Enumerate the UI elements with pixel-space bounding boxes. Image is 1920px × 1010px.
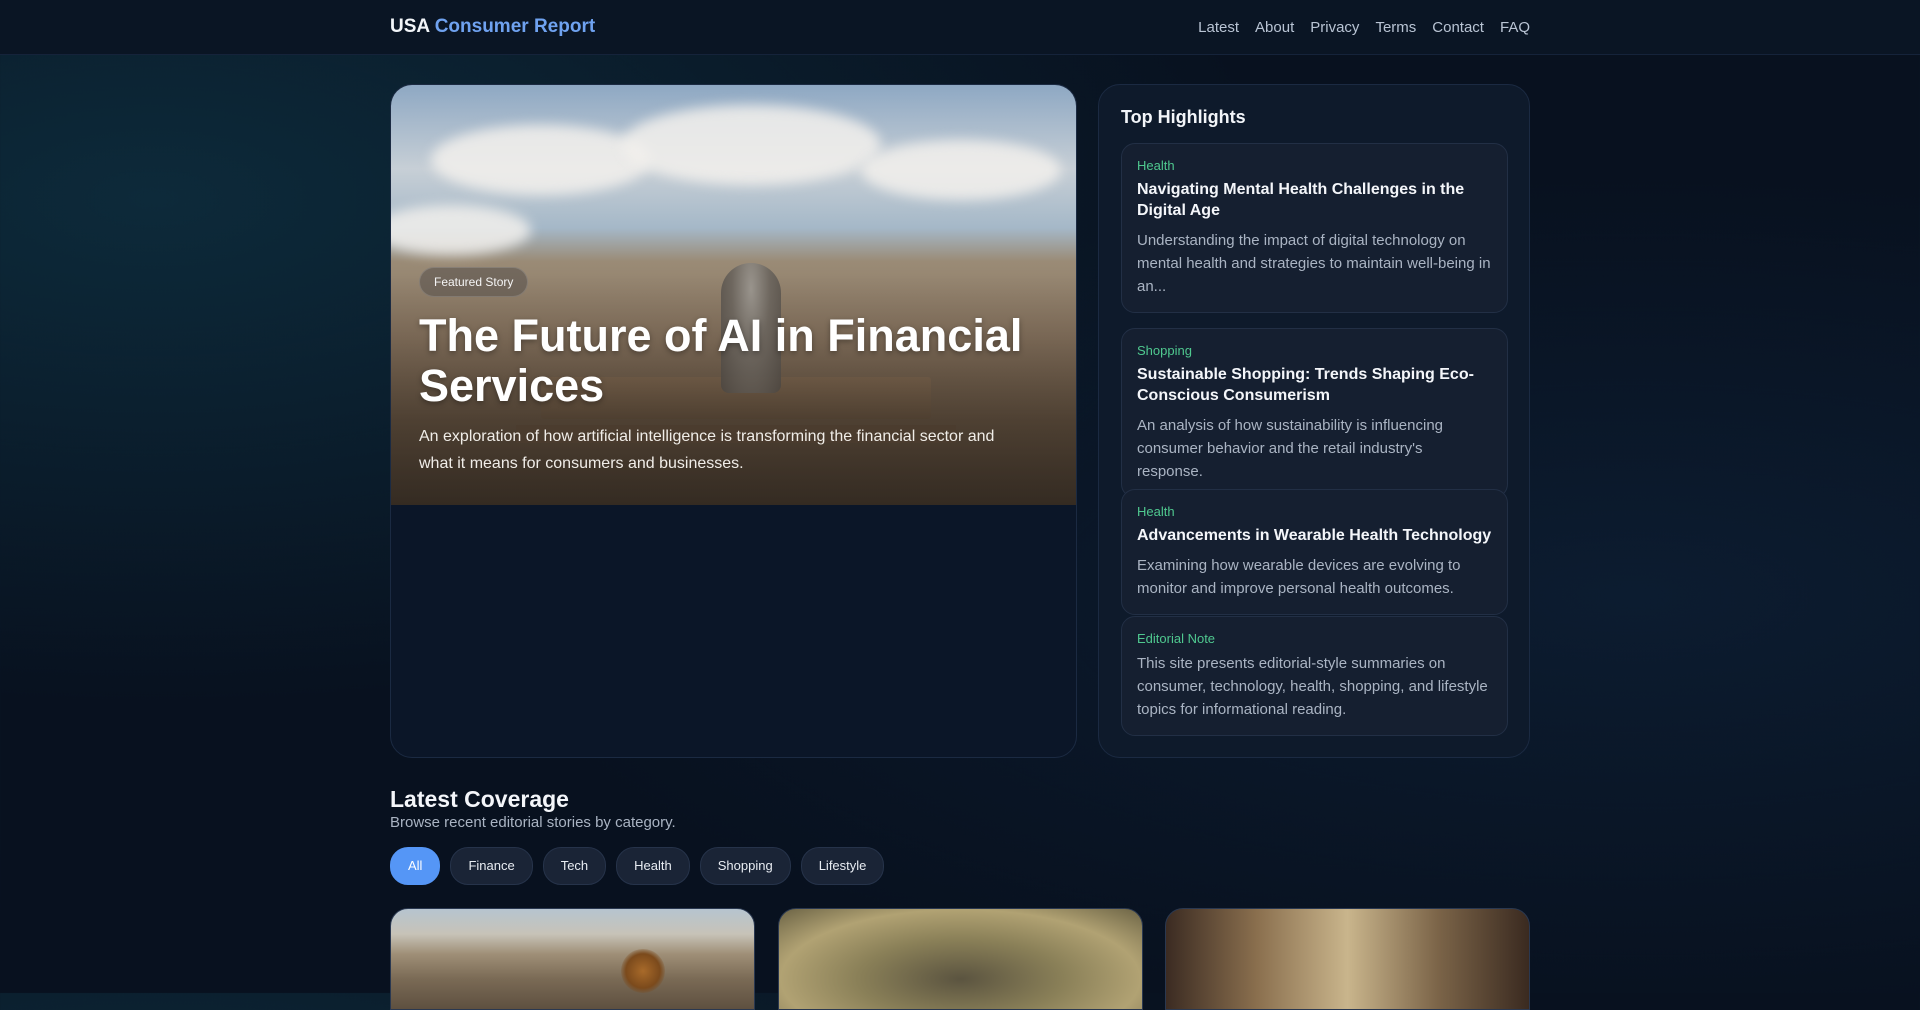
nav-link-privacy[interactable]: Privacy <box>1310 19 1359 36</box>
nav-link-latest[interactable]: Latest <box>1198 19 1239 36</box>
cloud-shape <box>621 105 881 185</box>
highlight-description: An analysis of how sustainability is inf… <box>1137 417 1443 480</box>
featured-story-subtitle: An exploration of how artificial intelli… <box>419 428 995 472</box>
latest-coverage-title: Latest Coverage <box>390 786 569 812</box>
highlight-category: Shopping <box>1137 343 1192 358</box>
top-highlights-panel: Top Highlights Health Navigating Mental … <box>1098 84 1530 758</box>
highlight-card[interactable]: Health Advancements in Wearable Health T… <box>1121 489 1508 615</box>
highlight-description: Examining how wearable devices are evolv… <box>1137 557 1461 597</box>
cloud-shape <box>861 140 1061 200</box>
category-filter-bar: All Finance Tech Health Shopping Lifesty… <box>390 847 885 885</box>
featured-story-title[interactable]: The Future of AI in Financial Services <box>419 311 1039 411</box>
highlight-card[interactable]: Shopping Sustainable Shopping: Trends Sh… <box>1121 328 1508 498</box>
filter-chip-finance[interactable]: Finance <box>450 847 533 885</box>
top-navbar: USA Consumer Report Latest About Privacy… <box>0 0 1920 55</box>
article-card-image[interactable] <box>390 908 755 1010</box>
highlight-title[interactable]: Sustainable Shopping: Trends Shaping Eco… <box>1137 364 1492 406</box>
highlight-category: Health <box>1137 504 1175 519</box>
brand-prefix: USA <box>390 16 430 37</box>
filter-chip-tech[interactable]: Tech <box>542 847 607 885</box>
highlight-category: Health <box>1137 158 1175 173</box>
nav-link-faq[interactable]: FAQ <box>1500 19 1530 36</box>
highlight-title[interactable]: Advancements in Wearable Health Technolo… <box>1137 525 1492 546</box>
filter-chip-lifestyle[interactable]: Lifestyle <box>800 847 885 885</box>
nav-link-terms[interactable]: Terms <box>1375 19 1416 36</box>
article-card-image[interactable] <box>1165 908 1530 1010</box>
latest-coverage-subtitle: Browse recent editorial stories by categ… <box>390 814 676 831</box>
nav-link-contact[interactable]: Contact <box>1432 19 1484 36</box>
featured-story-badge: Featured Story <box>419 267 529 297</box>
cloud-shape <box>391 205 531 255</box>
site-logo[interactable]: USA Consumer Report <box>390 16 595 38</box>
highlight-card[interactable]: Health Navigating Mental Health Challeng… <box>1121 143 1508 313</box>
cloud-shape <box>431 125 651 195</box>
highlight-description: Understanding the impact of digital tech… <box>1137 232 1491 295</box>
editorial-note-text: This site presents editorial-style summa… <box>1137 655 1488 718</box>
editorial-note-card: Editorial Note This site presents editor… <box>1121 616 1508 736</box>
thistle-flower-shape <box>621 949 665 993</box>
article-card-image[interactable] <box>778 908 1143 1010</box>
filter-chip-all[interactable]: All <box>390 847 441 885</box>
top-highlights-title: Top Highlights <box>1121 107 1246 127</box>
featured-story-card[interactable]: Featured Story The Future of AI in Finan… <box>390 84 1077 758</box>
editorial-note-label: Editorial Note <box>1137 631 1216 646</box>
filter-chip-health[interactable]: Health <box>616 847 690 885</box>
nav-link-about[interactable]: About <box>1255 19 1294 36</box>
brand-name: Consumer Report <box>434 16 596 37</box>
main-nav: Latest About Privacy Terms Contact FAQ <box>1198 19 1530 36</box>
filter-chip-shopping[interactable]: Shopping <box>699 847 791 885</box>
highlight-title[interactable]: Navigating Mental Health Challenges in t… <box>1137 179 1492 221</box>
